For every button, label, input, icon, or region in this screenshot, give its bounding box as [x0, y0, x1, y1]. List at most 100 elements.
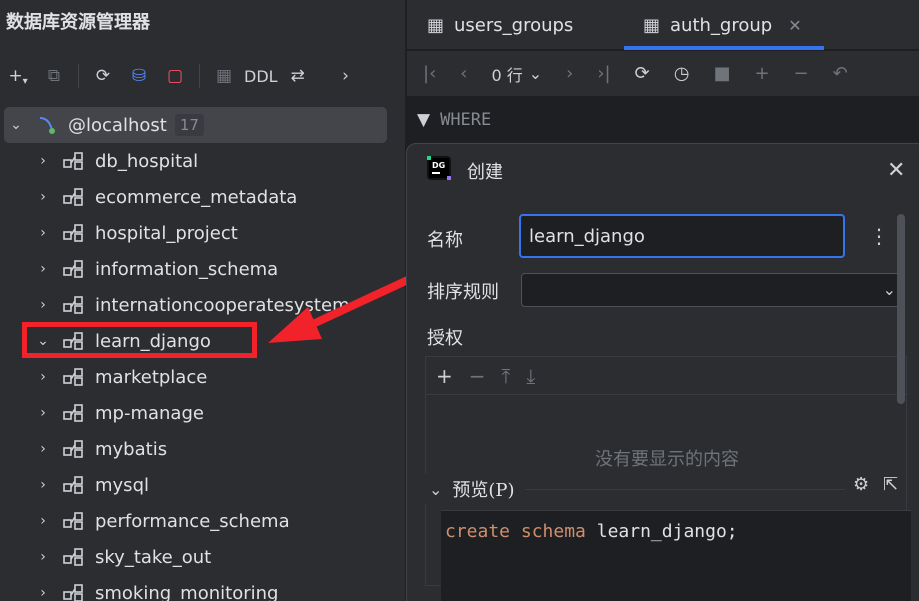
- chevron-right-icon[interactable]: ›: [33, 477, 53, 493]
- add-row-icon[interactable]: +: [754, 63, 769, 84]
- tab-users-groups[interactable]: ▦ users_groups: [427, 0, 573, 50]
- move-up-icon[interactable]: ⤒: [502, 364, 511, 388]
- schema-label: sky_take_out: [95, 546, 212, 568]
- schema-label: mp-manage: [95, 402, 204, 424]
- sql-preview-editor[interactable]: create schema learn_django;: [441, 510, 911, 601]
- schema-tree-item[interactable]: › sky_take_out: [0, 539, 405, 575]
- copy-icon[interactable]: ⧉: [38, 60, 70, 92]
- chevron-right-icon[interactable]: ›: [33, 225, 53, 241]
- table-icon[interactable]: ▦: [208, 60, 240, 92]
- schema-icon: [63, 402, 85, 424]
- schema-label: mybatis: [95, 438, 168, 460]
- schema-tree-item[interactable]: › mp-manage: [0, 395, 405, 431]
- chevron-right-icon[interactable]: ›: [33, 549, 53, 565]
- filter-icon[interactable]: ▼: [417, 110, 430, 130]
- schema-icon: [63, 222, 85, 244]
- svg-text:DG: DG: [432, 161, 445, 170]
- create-schema-dialog: DG 创建 ✕ 名称 learn_django ⋮ 排序规则 ⌄ 授权 + − …: [406, 143, 919, 601]
- tab-label: users_groups: [454, 14, 574, 36]
- chevron-down-icon: ⌄: [882, 280, 896, 299]
- schema-label: marketplace: [95, 366, 208, 388]
- move-down-icon[interactable]: ⤓: [526, 364, 535, 388]
- schema-icon: [63, 366, 85, 388]
- delete-row-icon[interactable]: −: [794, 63, 809, 84]
- close-icon[interactable]: ✕: [788, 16, 801, 35]
- first-page-icon[interactable]: |‹: [423, 63, 436, 84]
- schema-tree-item[interactable]: › mybatis: [0, 431, 405, 467]
- schema-icon: [63, 582, 85, 601]
- filter-bar[interactable]: ▼ WHERE: [407, 98, 919, 142]
- schema-tree-item[interactable]: › performance_schema: [0, 503, 405, 539]
- schema-icon: [63, 258, 85, 280]
- close-icon[interactable]: ✕: [887, 158, 905, 183]
- remove-icon[interactable]: −: [469, 364, 486, 388]
- next-page-icon[interactable]: ›: [566, 63, 573, 84]
- refresh-icon[interactable]: ⟳: [87, 60, 119, 92]
- toolbar-divider: [78, 64, 79, 88]
- schema-count-badge: 17: [174, 114, 204, 136]
- chevron-right-icon[interactable]: ›: [33, 369, 53, 385]
- preview-section-header[interactable]: ⌄ 预览(P): [425, 474, 845, 504]
- compare-icon[interactable]: ⇄: [282, 60, 314, 92]
- chevron-down-icon[interactable]: ⌄: [429, 480, 442, 499]
- root-label: @localhost: [68, 114, 167, 136]
- chevron-right-icon[interactable]: ›: [33, 405, 53, 421]
- more-options-icon[interactable]: ⋮: [869, 224, 889, 248]
- tab-label: auth_group: [670, 14, 773, 36]
- collation-select[interactable]: ⌄: [521, 273, 905, 307]
- add-icon[interactable]: + ▾: [2, 60, 34, 92]
- chevron-right-icon[interactable]: ›: [33, 297, 53, 313]
- schema-tree-item[interactable]: › ecommerce_metadata: [0, 179, 405, 215]
- schema-icon: [63, 474, 85, 496]
- chevron-right-icon[interactable]: ›: [33, 189, 53, 205]
- datagrip-logo-icon: DG: [427, 156, 451, 180]
- schema-name-input[interactable]: learn_django: [519, 214, 845, 258]
- schema-icon: [63, 546, 85, 568]
- where-label: WHERE: [440, 110, 492, 130]
- chevron-right-icon[interactable]: ›: [33, 261, 53, 277]
- clock-icon[interactable]: ◷: [674, 63, 690, 84]
- ddl-button[interactable]: DDL: [244, 60, 278, 92]
- schema-tree-item[interactable]: › db_hospital: [0, 143, 405, 179]
- toolbar-divider: [199, 64, 200, 88]
- schema-icon: [63, 186, 85, 208]
- schema-tree-item[interactable]: › smoking_monitoring: [0, 575, 405, 601]
- last-page-icon[interactable]: ›|: [597, 63, 610, 84]
- schema-icon: [63, 438, 85, 460]
- editor-tab-bar: ▦ users_groups ▦ auth_group ✕: [407, 0, 919, 50]
- reload-icon[interactable]: ⟳: [635, 63, 650, 84]
- tab-auth-group[interactable]: ▦ auth_group ✕: [643, 0, 802, 50]
- open-external-icon[interactable]: ⇱: [883, 474, 898, 495]
- sql-keyword: schema: [520, 521, 586, 542]
- chevron-down-icon[interactable]: ⌄: [6, 117, 26, 133]
- chevron-right-icon[interactable]: ›: [330, 60, 362, 92]
- schema-label: information_schema: [95, 258, 279, 280]
- schema-tree-item[interactable]: › mysql: [0, 467, 405, 503]
- schema-tree-item[interactable]: › marketplace: [0, 359, 405, 395]
- jump-to-console-icon[interactable]: ▢: [159, 60, 191, 92]
- data-source-properties-icon[interactable]: ⛁: [123, 60, 155, 92]
- chevron-right-icon[interactable]: ›: [33, 153, 53, 169]
- empty-state-text: 没有要显示的内容: [595, 449, 739, 470]
- mysql-dolphin-icon: [36, 114, 58, 136]
- chevron-right-icon[interactable]: ›: [33, 513, 53, 529]
- chevron-down-icon: ⌄: [528, 64, 543, 83]
- schema-label: hospital_project: [95, 222, 238, 244]
- add-icon[interactable]: +: [436, 364, 453, 388]
- previous-page-icon[interactable]: ‹: [460, 63, 467, 84]
- grant-toolbar: + − ⤒ ⤓: [426, 357, 908, 395]
- schema-name-value: learn_django: [529, 225, 645, 247]
- stop-icon[interactable]: ■: [713, 63, 730, 84]
- panel-title: 数据库资源管理器: [6, 12, 150, 33]
- chevron-right-icon[interactable]: ›: [33, 585, 53, 601]
- tree-root-localhost[interactable]: ⌄ @localhost 17: [4, 107, 387, 143]
- sql-identifier: learn_django;: [596, 521, 738, 542]
- settings-gear-icon[interactable]: ⚙: [853, 474, 869, 495]
- grant-label: 授权: [427, 328, 463, 349]
- schema-label: performance_schema: [95, 510, 290, 532]
- row-count-dropdown[interactable]: 0 行 ⌄: [491, 62, 542, 86]
- chevron-right-icon[interactable]: ›: [33, 441, 53, 457]
- collation-label: 排序规则: [427, 282, 499, 303]
- revert-icon[interactable]: ↶: [833, 63, 848, 84]
- scrollbar[interactable]: [897, 214, 905, 404]
